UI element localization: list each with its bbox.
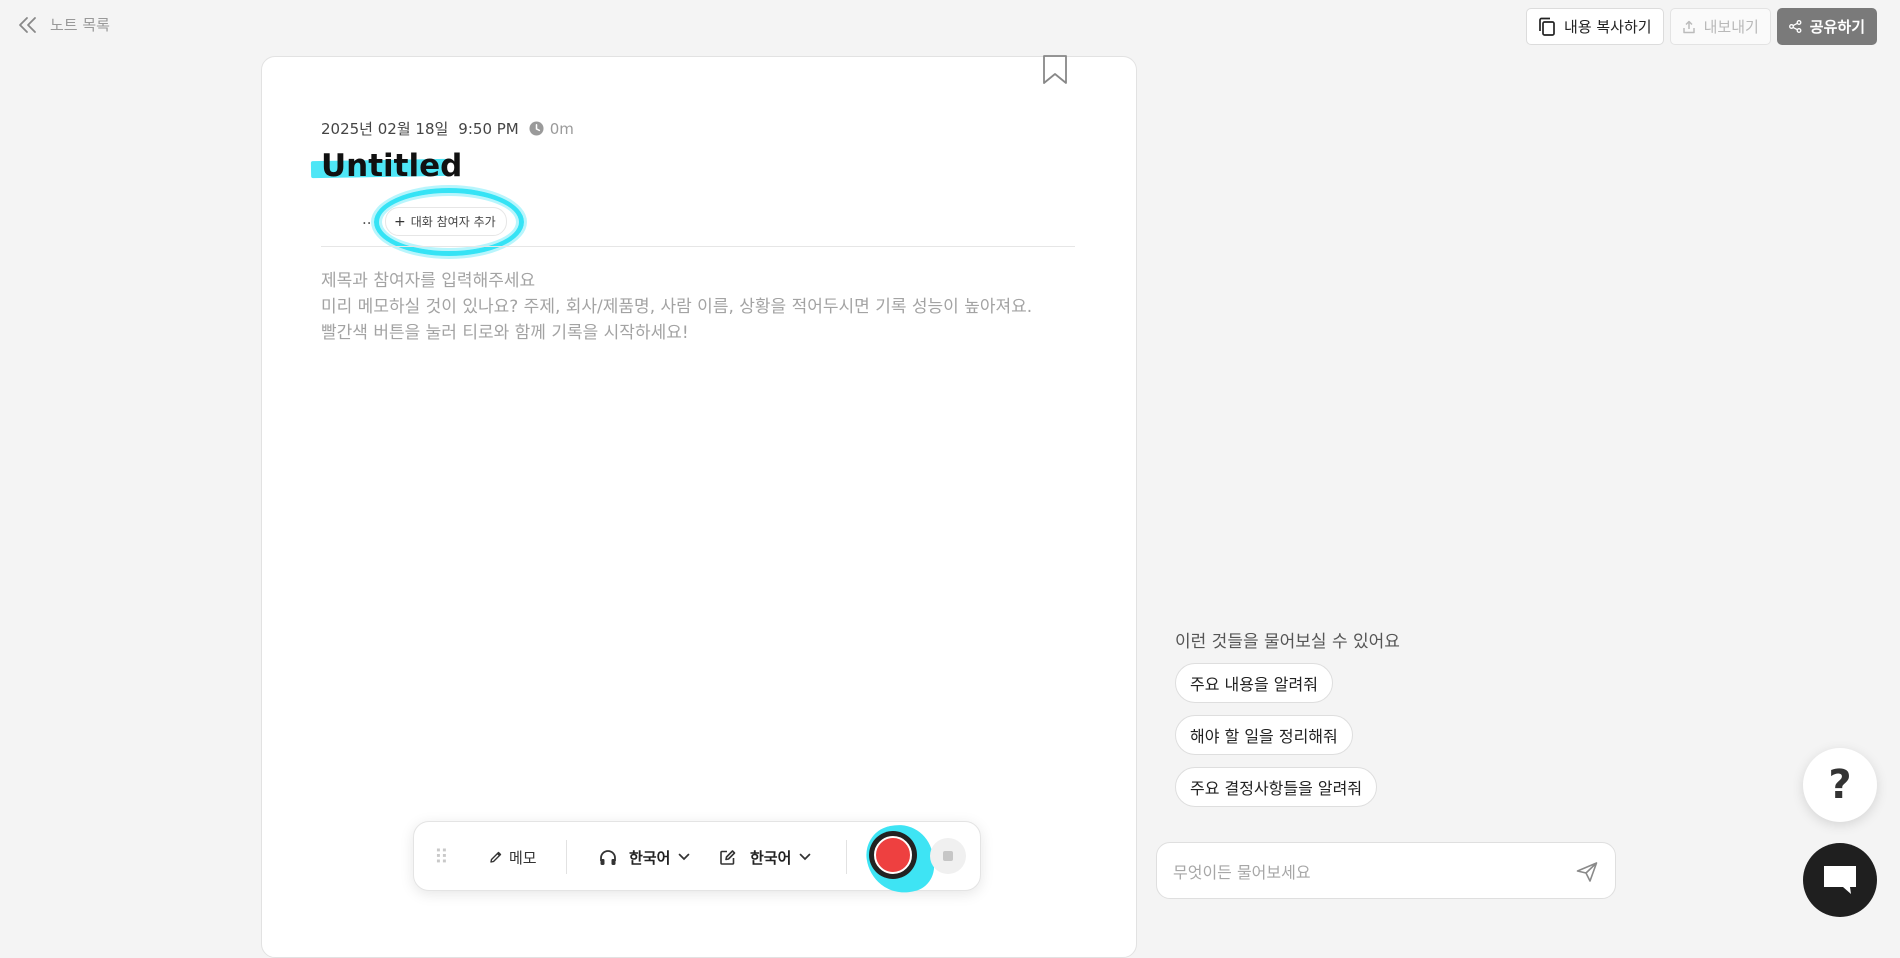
add-participant-button[interactable]: + 대화 참여자 추가 (385, 207, 507, 236)
back-to-notes-link[interactable]: 노트 목록 (18, 14, 110, 35)
clock-icon (529, 121, 544, 136)
note-time: 9:50 PM (458, 119, 519, 138)
note-body-placeholder[interactable]: 제목과 참여자를 입력해주세요 미리 메모하실 것이 있나요? 주제, 회사/제… (321, 268, 1032, 346)
send-icon[interactable] (1575, 860, 1599, 884)
export-label: 내보내기 (1703, 18, 1759, 36)
double-chevron-left-icon (19, 16, 36, 33)
drag-grip-icon[interactable]: ⠿ (434, 822, 449, 892)
placeholder-line: 빨간색 버튼을 눌러 티로와 함께 기록을 시작하세요! (321, 323, 689, 343)
suggestion-chip[interactable]: 주요 내용을 알려줘 (1175, 663, 1333, 703)
message-bubble-icon (1824, 866, 1856, 894)
audio-language-select[interactable]: 한국어 (599, 822, 690, 892)
ask-box (1156, 842, 1616, 899)
export-icon (1682, 20, 1695, 33)
note-date: 2025년 02월 18일 (321, 120, 449, 138)
note-duration: 0m (529, 120, 574, 138)
plus-icon: + (394, 213, 406, 230)
memo-label: 메모 (509, 848, 537, 867)
chevron-down-icon (800, 853, 811, 861)
chevron-down-icon (679, 853, 690, 861)
note-title[interactable]: Untitled (321, 148, 462, 184)
copy-icon (1539, 17, 1555, 36)
record-button[interactable] (869, 831, 917, 879)
share-icon (1788, 20, 1802, 33)
stop-button[interactable] (930, 838, 966, 874)
question-mark-icon: ? (1828, 762, 1852, 808)
participants-placeholder: .. (362, 210, 372, 228)
placeholder-line: 제목과 참여자를 입력해주세요 (321, 271, 536, 291)
bookmark-icon[interactable] (1041, 54, 1069, 86)
export-button[interactable]: 내보내기 (1669, 8, 1771, 45)
suggestions-heading: 이런 것들을 물어보실 수 있어요 (1175, 632, 1400, 652)
memo-button[interactable]: 메모 (489, 822, 537, 892)
help-button[interactable]: ? (1803, 748, 1877, 822)
audio-language-value: 한국어 (629, 848, 671, 867)
duration-value: 0m (549, 119, 574, 138)
edit-icon (720, 849, 736, 865)
toolbar-divider (566, 840, 567, 874)
pencil-icon (490, 851, 502, 863)
note-language-value: 한국어 (750, 848, 792, 867)
copy-content-label: 내용 복사하기 (1564, 18, 1652, 36)
placeholder-line: 미리 메모하실 것이 있나요? 주제, 회사/제품명, 사람 이름, 상황을 적… (321, 297, 1033, 317)
header-divider (321, 246, 1075, 247)
note-language-select[interactable]: 한국어 (719, 822, 811, 892)
toolbar-divider (846, 840, 847, 874)
chat-support-button[interactable] (1803, 843, 1877, 917)
stop-icon (943, 851, 953, 861)
copy-content-button[interactable]: 내용 복사하기 (1526, 8, 1664, 45)
top-actions: 내용 복사하기 내보내기 공유하기 (1526, 8, 1877, 45)
back-label: 노트 목록 (50, 16, 110, 34)
note-meta: 2025년 02월 18일 9:50 PM 0m (321, 118, 574, 139)
headphones-icon (600, 849, 616, 865)
suggestion-chip[interactable]: 해야 할 일을 정리해줘 (1175, 715, 1353, 755)
share-button[interactable]: 공유하기 (1776, 8, 1877, 45)
record-icon (874, 836, 912, 874)
suggestion-chip[interactable]: 주요 결정사항들을 알려줘 (1175, 767, 1378, 807)
add-participant-label: 대화 참여자 추가 (410, 215, 496, 229)
share-label: 공유하기 (1809, 18, 1865, 36)
ask-input[interactable] (1171, 857, 1555, 887)
